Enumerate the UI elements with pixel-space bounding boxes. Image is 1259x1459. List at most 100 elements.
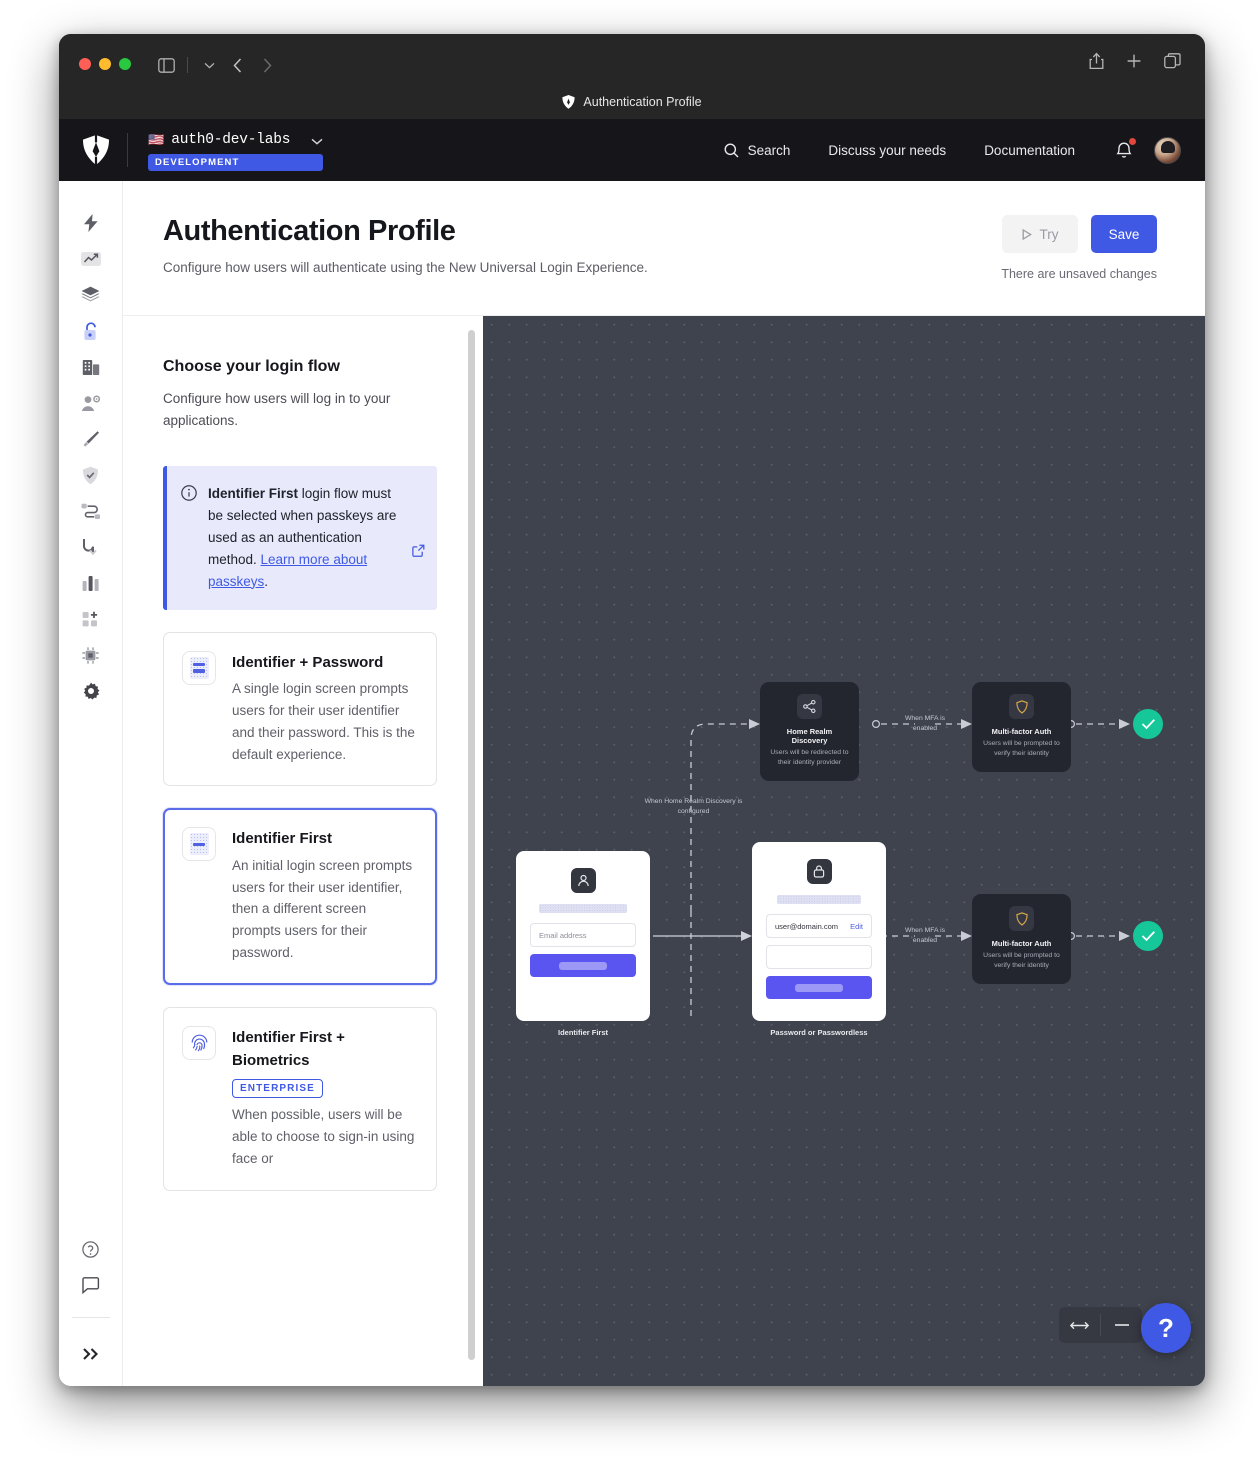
check-icon [1141, 930, 1156, 942]
trending-up-icon [81, 250, 101, 268]
sidebar-item-user-management[interactable] [71, 385, 111, 421]
sidebar-item-getting-started[interactable] [71, 205, 111, 241]
node-title: Multi-factor Auth [982, 939, 1061, 948]
save-button[interactable]: Save [1091, 215, 1157, 253]
bolt-icon [83, 214, 99, 232]
sidebar-item-monitoring[interactable] [71, 565, 111, 601]
sidebar-item-settings[interactable] [71, 673, 111, 709]
chevron-down-icon[interactable] [311, 132, 323, 150]
close-window-button[interactable] [79, 58, 91, 70]
flow-screen-password[interactable]: user@domain.com Edit [752, 842, 886, 1021]
sidebar-toggle-icon[interactable] [153, 53, 179, 77]
tab-overview-icon[interactable] [1164, 53, 1181, 74]
panel-subtitle: Configure how users will log in to your … [163, 388, 437, 432]
topnav-links: Search Discuss your needs Documentation [705, 130, 1181, 170]
browser-tab-title: Authentication Profile [583, 95, 701, 109]
sidebar-item-organizations[interactable] [71, 349, 111, 385]
flow-screen-identifier-first[interactable]: Email address [516, 851, 650, 1021]
help-button[interactable]: ? [1141, 1303, 1191, 1353]
chat-bubble-icon [82, 1277, 100, 1294]
browser-window: Authentication Profile 🇺🇸 auth0-dev-labs… [59, 34, 1205, 1386]
enterprise-badge: ENTERPRISE [232, 1079, 323, 1098]
browser-tab-strip: Authentication Profile [59, 84, 1205, 119]
sidebar-item-activity[interactable] [71, 241, 111, 277]
zoom-out-button[interactable] [1101, 1307, 1142, 1343]
edge-label-mfa-top: When MFA is enabled [895, 714, 955, 733]
edit-identifier-link[interactable]: Edit [850, 922, 863, 931]
login-flow-option-identifier-password[interactable]: Identifier + Password A single login scr… [163, 632, 437, 787]
sidebar-item-applications[interactable] [71, 277, 111, 313]
plus-icon[interactable] [1126, 53, 1142, 74]
gear-icon [82, 682, 100, 700]
shield-icon [1009, 694, 1034, 719]
flow-node-multi-factor-auth-bottom[interactable]: Multi-factor Auth Users will be prompted… [972, 894, 1071, 984]
login-flow-canvas[interactable]: Home Realm Discovery Users will be redir… [483, 316, 1205, 1386]
back-arrow-icon[interactable] [222, 52, 252, 78]
avatar[interactable] [1154, 137, 1181, 164]
page-actions: Try Save [1002, 215, 1157, 253]
fit-view-button[interactable] [1059, 1307, 1100, 1343]
node-description: Users will be prompted to verify their i… [982, 739, 1061, 759]
sidebar-item-security[interactable] [71, 457, 111, 493]
building-icon [82, 358, 100, 376]
passkeys-info-callout: Identifier First login flow must be sele… [163, 466, 437, 610]
try-button[interactable]: Try [1002, 215, 1078, 253]
panel-scrollbar[interactable] [468, 330, 475, 1360]
chrome-right-controls [1089, 52, 1181, 75]
hook-arrow-icon [82, 538, 99, 556]
sidebar-item-feedback[interactable] [71, 1267, 111, 1303]
email-placeholder: Email address [539, 931, 587, 940]
layers-icon [81, 286, 100, 304]
option-description: An initial login screen prompts users fo… [232, 855, 416, 964]
email-address-field[interactable]: Email address [530, 923, 636, 947]
maximize-window-button[interactable] [119, 58, 131, 70]
notification-indicator-dot [1129, 138, 1136, 145]
chevron-down-icon[interactable] [196, 53, 222, 77]
login-flow-option-identifier-first-biometrics[interactable]: Identifier First + Biometrics ENTERPRISE… [163, 1007, 437, 1191]
flow-node-home-realm-discovery[interactable]: Home Realm Discovery Users will be redir… [760, 682, 859, 781]
flow-node-multi-factor-auth-top[interactable]: Multi-factor Auth Users will be prompted… [972, 682, 1071, 772]
browser-tab[interactable]: Authentication Profile [562, 95, 701, 109]
external-link-icon[interactable] [412, 544, 425, 562]
forward-arrow-icon[interactable] [252, 52, 282, 78]
sidebar-item-marketplace[interactable] [71, 601, 111, 637]
documentation-link[interactable]: Documentation [965, 130, 1094, 170]
flow-success-top [1133, 709, 1163, 739]
try-label: Try [1040, 227, 1059, 242]
expand-sidebar-button[interactable] [71, 1336, 111, 1372]
chrome-navigation-controls [153, 52, 282, 78]
screen-submit-button[interactable] [766, 976, 872, 999]
sidebar-item-auth-pipeline[interactable] [71, 529, 111, 565]
app-sidebar-rail [59, 181, 123, 1386]
flow-screen-caption-identifier-first: Identifier First [516, 1028, 650, 1037]
info-bold-prefix: Identifier First [208, 486, 298, 501]
sidebar-item-help[interactable] [71, 1231, 111, 1267]
main-content: Authentication Profile Configure how use… [123, 181, 1205, 1386]
help-label: ? [1158, 1313, 1174, 1344]
share-icon[interactable] [1089, 52, 1104, 75]
password-field[interactable] [766, 945, 872, 969]
sidebar-item-actions[interactable] [71, 493, 111, 529]
sidebar-item-branding[interactable] [71, 421, 111, 457]
auth0-favicon [562, 95, 575, 109]
option-title: Identifier + Password [232, 651, 416, 674]
search-icon [724, 143, 739, 158]
auth0-logo-icon[interactable] [81, 134, 111, 166]
search-button[interactable]: Search [705, 130, 810, 170]
tenant-selector[interactable]: 🇺🇸 auth0-dev-labs DEVELOPMENT [148, 130, 323, 171]
lock-icon [807, 859, 832, 884]
chrome-divider [187, 57, 188, 73]
edge-label-home-realm-discovery: When Home Realm Discovery is configured [641, 797, 746, 816]
brush-icon [82, 430, 100, 448]
minimize-window-button[interactable] [99, 58, 111, 70]
sidebar-item-authentication[interactable] [71, 313, 111, 349]
sidebar-item-extensions[interactable] [71, 637, 111, 673]
discuss-your-needs-link[interactable]: Discuss your needs [809, 130, 965, 170]
login-flow-option-identifier-first[interactable]: Identifier First An initial login screen… [163, 808, 437, 985]
notifications-button[interactable] [1094, 141, 1148, 159]
identifier-readonly-field[interactable]: user@domain.com Edit [766, 914, 872, 938]
node-description: Users will be prompted to verify their i… [982, 951, 1061, 971]
shield-icon [1009, 906, 1034, 931]
window-traffic-lights[interactable] [79, 58, 131, 70]
screen-submit-button[interactable] [530, 954, 636, 977]
